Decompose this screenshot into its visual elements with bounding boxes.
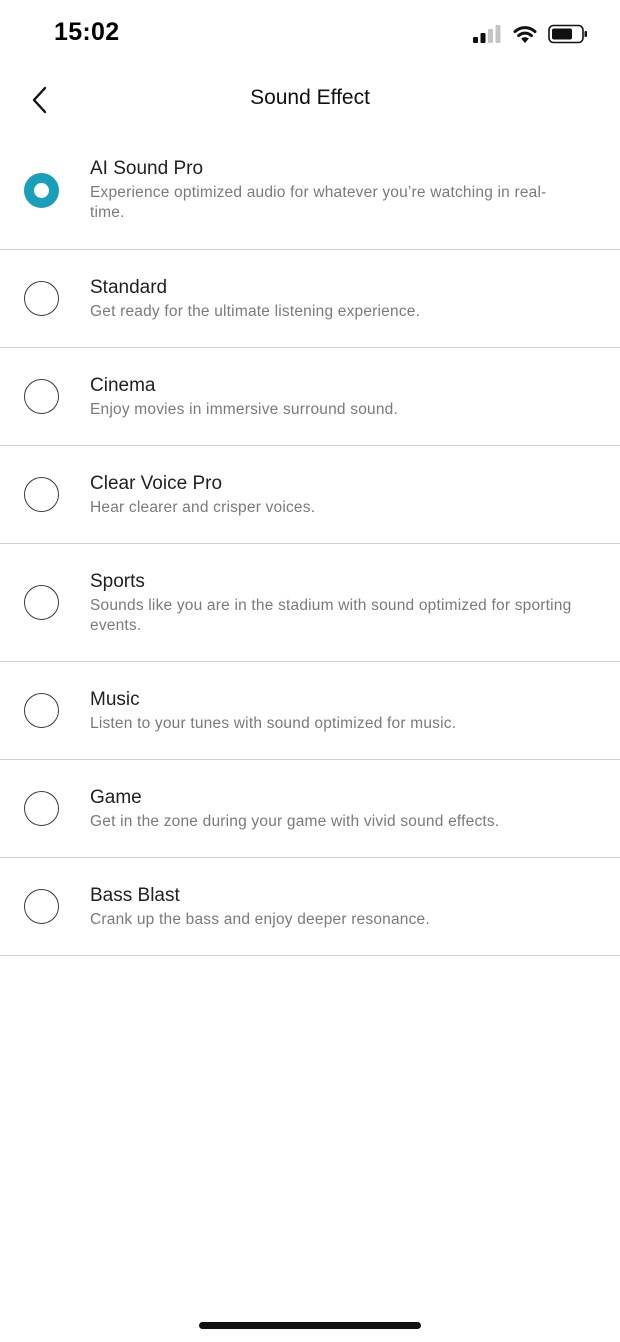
radio-selected-icon[interactable] (24, 173, 59, 208)
option-bass-blast[interactable]: Bass Blast Crank up the bass and enjoy d… (0, 858, 620, 956)
option-description: Crank up the bass and enjoy deeper reson… (90, 911, 430, 928)
radio-unselected-icon[interactable] (24, 379, 59, 414)
option-title: Game (90, 787, 142, 808)
option-title: Standard (90, 277, 168, 298)
option-ai-sound-pro[interactable]: AI Sound Pro Experience optimized audio … (0, 144, 620, 250)
option-standard[interactable]: Standard Get ready for the ultimate list… (0, 250, 620, 348)
radio-unselected-icon[interactable] (24, 477, 59, 512)
status-time: 15:02 (54, 18, 120, 46)
option-title: Cinema (90, 375, 156, 396)
page-title: Sound Effect (250, 86, 370, 109)
option-game[interactable]: Game Get in the zone during your game wi… (0, 760, 620, 858)
radio-unselected-icon[interactable] (24, 889, 59, 924)
option-cinema[interactable]: Cinema Enjoy movies in immersive surroun… (0, 348, 620, 446)
option-title: Bass Blast (90, 885, 180, 906)
radio-unselected-icon[interactable] (24, 693, 59, 728)
status-bar: 15:02 (0, 0, 620, 68)
option-description: Experience optimized audio for whatever … (90, 184, 547, 221)
nav-bar: Sound Effect (0, 70, 620, 130)
radio-unselected-icon[interactable] (24, 281, 59, 316)
option-title: AI Sound Pro (90, 158, 204, 179)
option-music[interactable]: Music Listen to your tunes with sound op… (0, 662, 620, 760)
option-description: Hear clearer and crisper voices. (90, 499, 316, 516)
option-clear-voice-pro[interactable]: Clear Voice Pro Hear clearer and crisper… (0, 446, 620, 544)
option-sports[interactable]: Sports Sounds like you are in the stadiu… (0, 544, 620, 662)
radio-unselected-icon[interactable] (24, 585, 59, 620)
option-description: Listen to your tunes with sound optimize… (90, 715, 457, 732)
radio-unselected-icon[interactable] (24, 791, 59, 826)
status-icons (472, 22, 588, 46)
option-description: Sounds like you are in the stadium with … (90, 597, 572, 634)
battery-icon (548, 24, 587, 44)
option-description: Get ready for the ultimate listening exp… (90, 303, 421, 320)
option-title: Sports (90, 571, 145, 592)
option-description: Enjoy movies in immersive surround sound… (90, 401, 398, 418)
option-title: Music (90, 689, 140, 710)
option-description: Get in the zone during your game with vi… (90, 813, 500, 830)
home-indicator[interactable] (199, 1322, 421, 1329)
wifi-icon (513, 26, 537, 43)
option-title: Clear Voice Pro (90, 473, 223, 494)
signal-icon (473, 25, 501, 43)
sound-effect-options: AI Sound Pro Experience optimized audio … (0, 144, 620, 956)
